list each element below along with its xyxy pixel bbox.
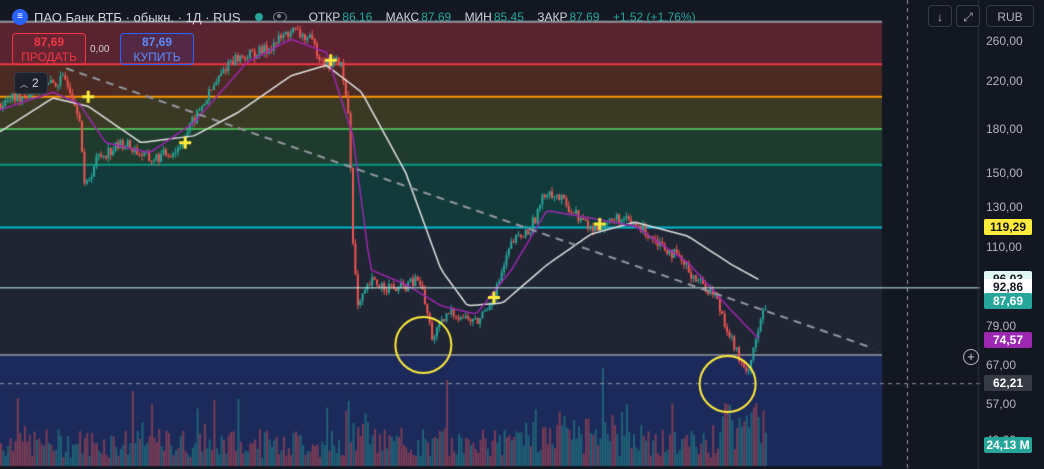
fullscreen-icon: ⤢ [963, 10, 973, 24]
chevron-up-icon: ︿ [20, 80, 28, 89]
price-label: 62,21 [984, 375, 1032, 392]
price-label: 74,57 [984, 331, 1032, 348]
buy-button[interactable]: 87,69 КУПИТЬ [120, 33, 194, 65]
low-key: МИН [464, 10, 492, 24]
chart-header: ≡ ПАО Банк ВТБ · обыкн. · 1Д · RUS ОТКР 8… [12, 7, 706, 27]
change-value: +1,52 (+1,76%) [612, 10, 696, 24]
download-button[interactable]: ↓ [928, 5, 952, 27]
open-key: ОТКР [308, 10, 341, 24]
axis-tick: 57,00 [986, 397, 1017, 412]
symbol-logo-icon: ≡ [12, 9, 28, 25]
buy-price: 87,69 [141, 35, 173, 49]
axis-tick: 110,00 [986, 239, 1022, 254]
fullscreen-button[interactable]: ⤢ [956, 5, 980, 27]
buy-label: КУПИТЬ [133, 50, 181, 64]
arrow-down-icon: ↓ [937, 10, 943, 24]
axis-tick: 130,00 [986, 199, 1023, 214]
sell-label: ПРОДАТЬ [21, 50, 77, 64]
close-value: 87,69 [569, 10, 600, 24]
price-label: 119,29 [984, 219, 1032, 236]
add-crosshair-icon[interactable]: + [963, 349, 979, 365]
symbol-title[interactable]: ПАО Банк ВТБ · обыкн. · 1Д · RUS [34, 10, 241, 25]
market-status-dot [254, 13, 263, 21]
price-chart[interactable] [0, 0, 1044, 469]
axis-tick: 220,00 [986, 74, 1023, 89]
open-value: 86,16 [342, 10, 373, 24]
visibility-eye-icon[interactable] [272, 12, 287, 22]
price-label: 87,69 [984, 293, 1032, 310]
low-value: 85,45 [493, 10, 524, 24]
indicators-collapse-button[interactable]: ︿ 2 [14, 72, 48, 94]
indicators-count: 2 [32, 76, 39, 90]
sell-button[interactable]: 87,69 ПРОДАТЬ [12, 33, 86, 65]
axis-tick: 180,00 [986, 122, 1023, 137]
price-label: 24,13 M [984, 437, 1032, 453]
close-key: ЗАКР [537, 10, 568, 24]
axis-tick: 79,00 [986, 319, 1017, 334]
ohlc-readout: ОТКР 86,16 МАКС 87,69 МИН 85,45 ЗАКР 87,69 +… [309, 10, 706, 24]
axis-tick: 67,00 [986, 358, 1017, 373]
spread-value: 0,00 [90, 44, 110, 55]
sell-price: 87,69 [33, 35, 65, 49]
high-key: МАКС [385, 10, 420, 24]
axis-tick: 150,00 [986, 165, 1023, 180]
currency-label: RUB [997, 10, 1023, 24]
axis-tick: 260,00 [986, 34, 1023, 49]
high-value: 87,69 [421, 10, 452, 24]
currency-selector[interactable]: RUB [986, 5, 1034, 27]
